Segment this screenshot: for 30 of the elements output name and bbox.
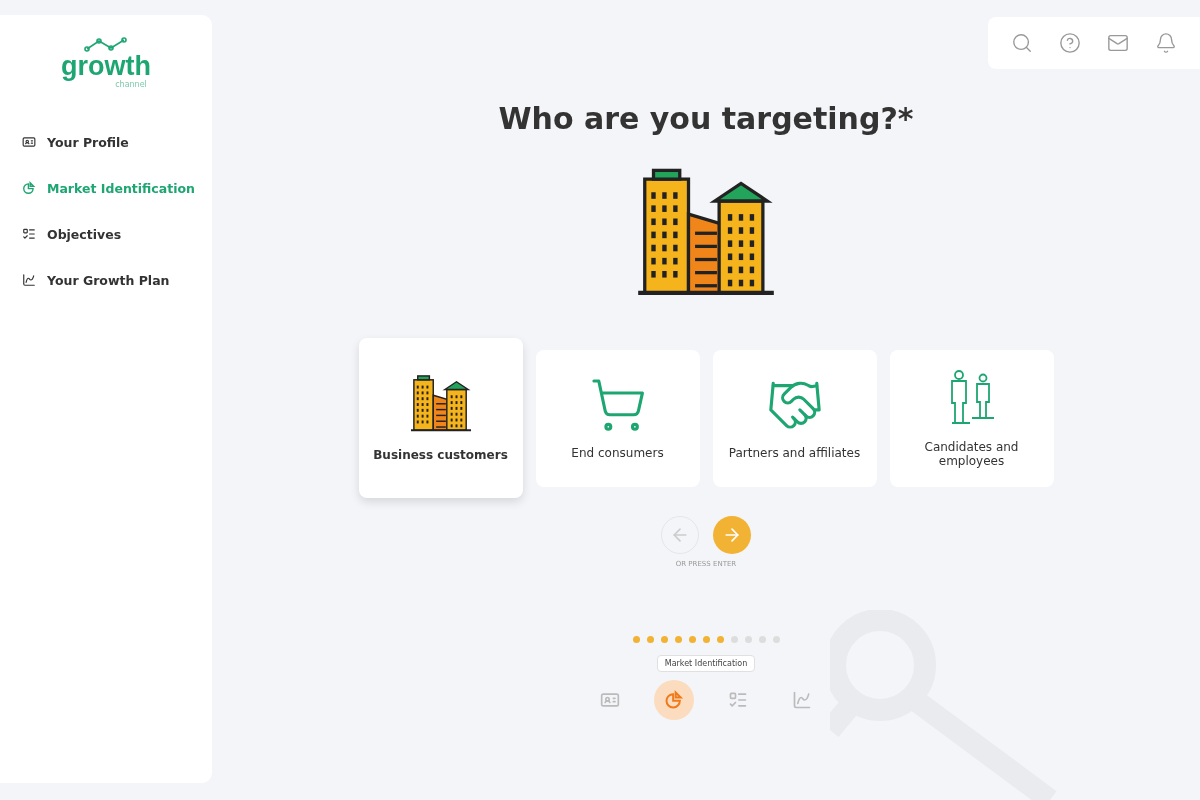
logo-subtext: channel	[115, 80, 147, 89]
sidebar-item[interactable]: Your Profile	[16, 119, 212, 165]
id-card-icon	[22, 135, 36, 149]
pie-icon	[22, 181, 36, 195]
chart-icon	[792, 690, 812, 710]
logo-line-icon	[84, 37, 128, 53]
pie-icon	[664, 690, 684, 710]
list-icon	[728, 690, 748, 710]
next-button[interactable]	[713, 516, 751, 554]
chart-icon	[22, 273, 36, 287]
logo-text: growth	[61, 53, 151, 80]
option-card[interactable]: Partners and affiliates	[712, 349, 877, 487]
help-icon[interactable]	[1059, 32, 1081, 54]
tooltip: Market Identification	[656, 655, 756, 672]
option-card[interactable]: Candidates and employees	[889, 349, 1054, 487]
option-card[interactable]: End consumers	[535, 349, 700, 487]
bell-icon[interactable]	[1155, 32, 1177, 54]
option-card[interactable]: Business customers	[358, 338, 523, 498]
option-label: Partners and affiliates	[728, 446, 861, 460]
step-button[interactable]	[654, 680, 694, 720]
search-icon[interactable]	[1011, 32, 1033, 54]
question-title: Who are you targeting?*	[498, 101, 914, 136]
mail-icon[interactable]	[1107, 32, 1129, 54]
id-card-icon	[600, 690, 620, 710]
sidebar-item[interactable]: Objectives	[16, 211, 212, 257]
option-label: Candidates and employees	[923, 440, 1020, 468]
option-label: End consumers	[571, 446, 664, 460]
option-label: Business customers	[373, 448, 508, 462]
sidebar-item[interactable]: Your Growth Plan	[16, 257, 212, 303]
list-icon	[22, 227, 36, 241]
